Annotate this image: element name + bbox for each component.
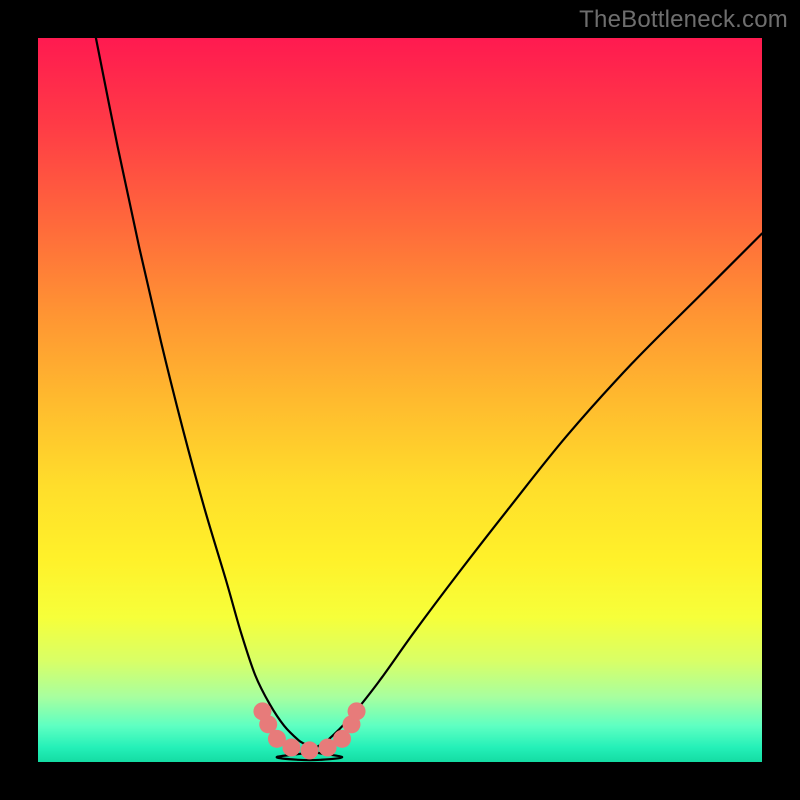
highlight-marker [348,702,366,720]
curve-group [96,38,762,760]
chart-frame: TheBottleneck.com [0,0,800,800]
bottleneck-curve [96,38,762,760]
highlight-marker [282,739,300,757]
watermark-text: TheBottleneck.com [579,6,788,34]
marker-group [253,702,365,759]
chart-svg [0,0,800,800]
highlight-marker [301,741,319,759]
